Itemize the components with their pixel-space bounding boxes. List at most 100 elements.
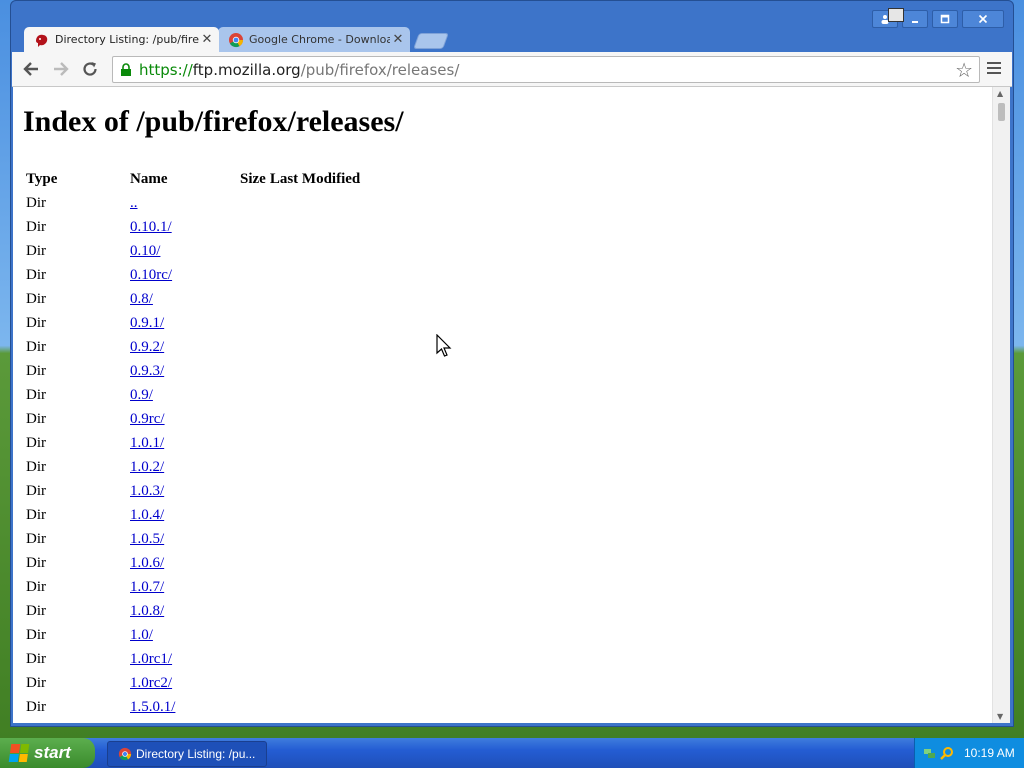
row-name-cell: 1.0rc2/ (128, 671, 362, 695)
new-tab-button[interactable] (413, 33, 449, 49)
start-button[interactable]: start (0, 738, 95, 768)
chrome-icon (118, 747, 132, 761)
tab-directory-listing[interactable]: Directory Listing: /pub/firefo ✕ (24, 27, 219, 52)
row-name-cell: 0.9.2/ (128, 335, 362, 359)
start-label: start (34, 743, 71, 762)
row-name-cell: 1.0.8/ (128, 599, 362, 623)
scrollbar-thumb[interactable] (998, 103, 1005, 121)
scroll-down-arrow-icon[interactable]: ▼ (997, 712, 1003, 721)
firefox-icon (34, 32, 50, 48)
taskbar-item-label: Directory Listing: /pu... (136, 747, 256, 761)
page-title: Index of /pub/firefox/releases/ (23, 105, 404, 138)
directory-link[interactable]: 1.0/ (130, 627, 153, 643)
directory-link[interactable]: 0.8/ (130, 291, 153, 307)
directory-link[interactable]: 1.0.1/ (130, 435, 164, 451)
table-row: Dir 0.10rc/ (24, 263, 362, 287)
row-type: Dir (26, 434, 46, 451)
lock-icon (121, 62, 131, 76)
directory-link[interactable]: 0.10/ (130, 243, 160, 259)
row-name-cell: 1.0.3/ (128, 479, 362, 503)
scroll-up-arrow-icon[interactable]: ▲ (997, 89, 1003, 98)
row-type: Dir (26, 626, 46, 643)
tab-close-icon[interactable]: ✕ (390, 32, 406, 47)
close-icon[interactable] (962, 10, 1004, 28)
row-name-cell: 0.9/ (128, 383, 362, 407)
clock: 10:19 AM (964, 746, 1015, 760)
row-name-cell: 1.0.1/ (128, 431, 362, 455)
directory-link[interactable]: 0.9.1/ (130, 315, 164, 331)
table-row: Dir.. (24, 191, 362, 215)
taskbar: start Directory Listing: /pu... 10:19 AM (0, 738, 1024, 768)
tab-close-icon[interactable]: ✕ (199, 32, 215, 47)
directory-link[interactable]: .. (130, 195, 138, 211)
bookmark-star-icon[interactable]: ☆ (955, 58, 973, 82)
address-bar[interactable]: https://ftp.mozilla.org/pub/firefox/rele… (112, 56, 980, 83)
directory-link[interactable]: 1.0.4/ (130, 507, 164, 523)
maximize-icon[interactable] (932, 10, 958, 28)
directory-link[interactable]: 0.9.2/ (130, 339, 164, 355)
row-type: Dir (26, 458, 46, 475)
table-row: Dir 0.9.2/ (24, 335, 362, 359)
column-header-last-modified: Last Modified (269, 170, 361, 187)
column-header-name: Name (130, 170, 168, 187)
minimize-icon[interactable] (902, 10, 928, 28)
table-row: Dir 1.5.0.1/ (24, 695, 362, 719)
network-icon[interactable] (923, 746, 937, 760)
taskbar-item-directory-listing[interactable]: Directory Listing: /pu... (107, 741, 267, 767)
row-type: Dir (26, 698, 46, 715)
directory-link[interactable]: 1.0.7/ (130, 579, 164, 595)
directory-link[interactable]: 0.10.1/ (130, 219, 172, 235)
row-name-cell: 0.9rc/ (128, 407, 362, 431)
row-type: Dir (26, 362, 46, 379)
table-row: Dir 1.0.6/ (24, 551, 362, 575)
row-name-cell: 0.10.1/ (128, 215, 362, 239)
page-content: Index of /pub/firefox/releases/ Type Nam… (13, 87, 993, 723)
table-row: Dir 1.0.4/ (24, 503, 362, 527)
directory-link[interactable]: 1.0.2/ (130, 459, 164, 475)
directory-link[interactable]: 1.0rc2/ (130, 675, 172, 691)
forward-button[interactable] (50, 58, 72, 80)
chrome-menu-button[interactable] (984, 59, 1004, 79)
directory-link[interactable]: 0.10rc/ (130, 267, 172, 283)
row-type: Dir (26, 578, 46, 595)
directory-link[interactable]: 0.9rc/ (130, 411, 165, 427)
tab-chrome-download[interactable]: Google Chrome - Download fr ✕ (218, 27, 410, 52)
reload-button[interactable] (79, 58, 101, 80)
row-type: Dir (26, 386, 46, 403)
directory-link[interactable]: 1.0.8/ (130, 603, 164, 619)
row-name-cell: 1.0.6/ (128, 551, 362, 575)
column-header-type: Type (26, 170, 58, 187)
table-row: Dir 1.0.2/ (24, 455, 362, 479)
directory-link[interactable]: 1.0.3/ (130, 483, 164, 499)
reload-icon (83, 62, 97, 76)
row-name-cell: 1.0.2/ (128, 455, 362, 479)
directory-link[interactable]: 1.0.6/ (130, 555, 164, 571)
row-name-cell: 0.9.1/ (128, 311, 362, 335)
row-name-cell: .. (128, 191, 362, 215)
keyboard-icon[interactable] (888, 8, 904, 22)
table-row: Dir 0.10.1/ (24, 215, 362, 239)
browser-window: Directory Listing: /pub/firefo ✕ Google … (10, 0, 1014, 727)
row-type: Dir (26, 602, 46, 619)
directory-link[interactable]: 1.5.0.1/ (130, 699, 175, 715)
chrome-icon (228, 32, 244, 48)
table-row: Dir 0.9.3/ (24, 359, 362, 383)
back-button[interactable] (20, 58, 42, 80)
directory-link[interactable]: 0.9.3/ (130, 363, 164, 379)
search-icon[interactable] (940, 746, 954, 760)
row-type: Dir (26, 242, 46, 259)
row-name-cell: 0.10/ (128, 239, 362, 263)
row-type: Dir (26, 674, 46, 691)
row-type: Dir (26, 338, 46, 355)
row-name-cell: 1.0.5/ (128, 527, 362, 551)
column-header-size: Size (240, 170, 266, 187)
directory-link[interactable]: 1.0.5/ (130, 531, 164, 547)
vertical-scrollbar[interactable]: ▲ ▼ (992, 87, 1010, 723)
directory-link[interactable]: 1.0rc1/ (130, 651, 172, 667)
url-scheme: https:// (139, 60, 193, 79)
row-name-cell: 0.9.3/ (128, 359, 362, 383)
directory-link[interactable]: 0.9/ (130, 387, 153, 403)
row-type: Dir (26, 650, 46, 667)
row-type: Dir (26, 314, 46, 331)
system-tray: 10:19 AM (914, 738, 1024, 768)
